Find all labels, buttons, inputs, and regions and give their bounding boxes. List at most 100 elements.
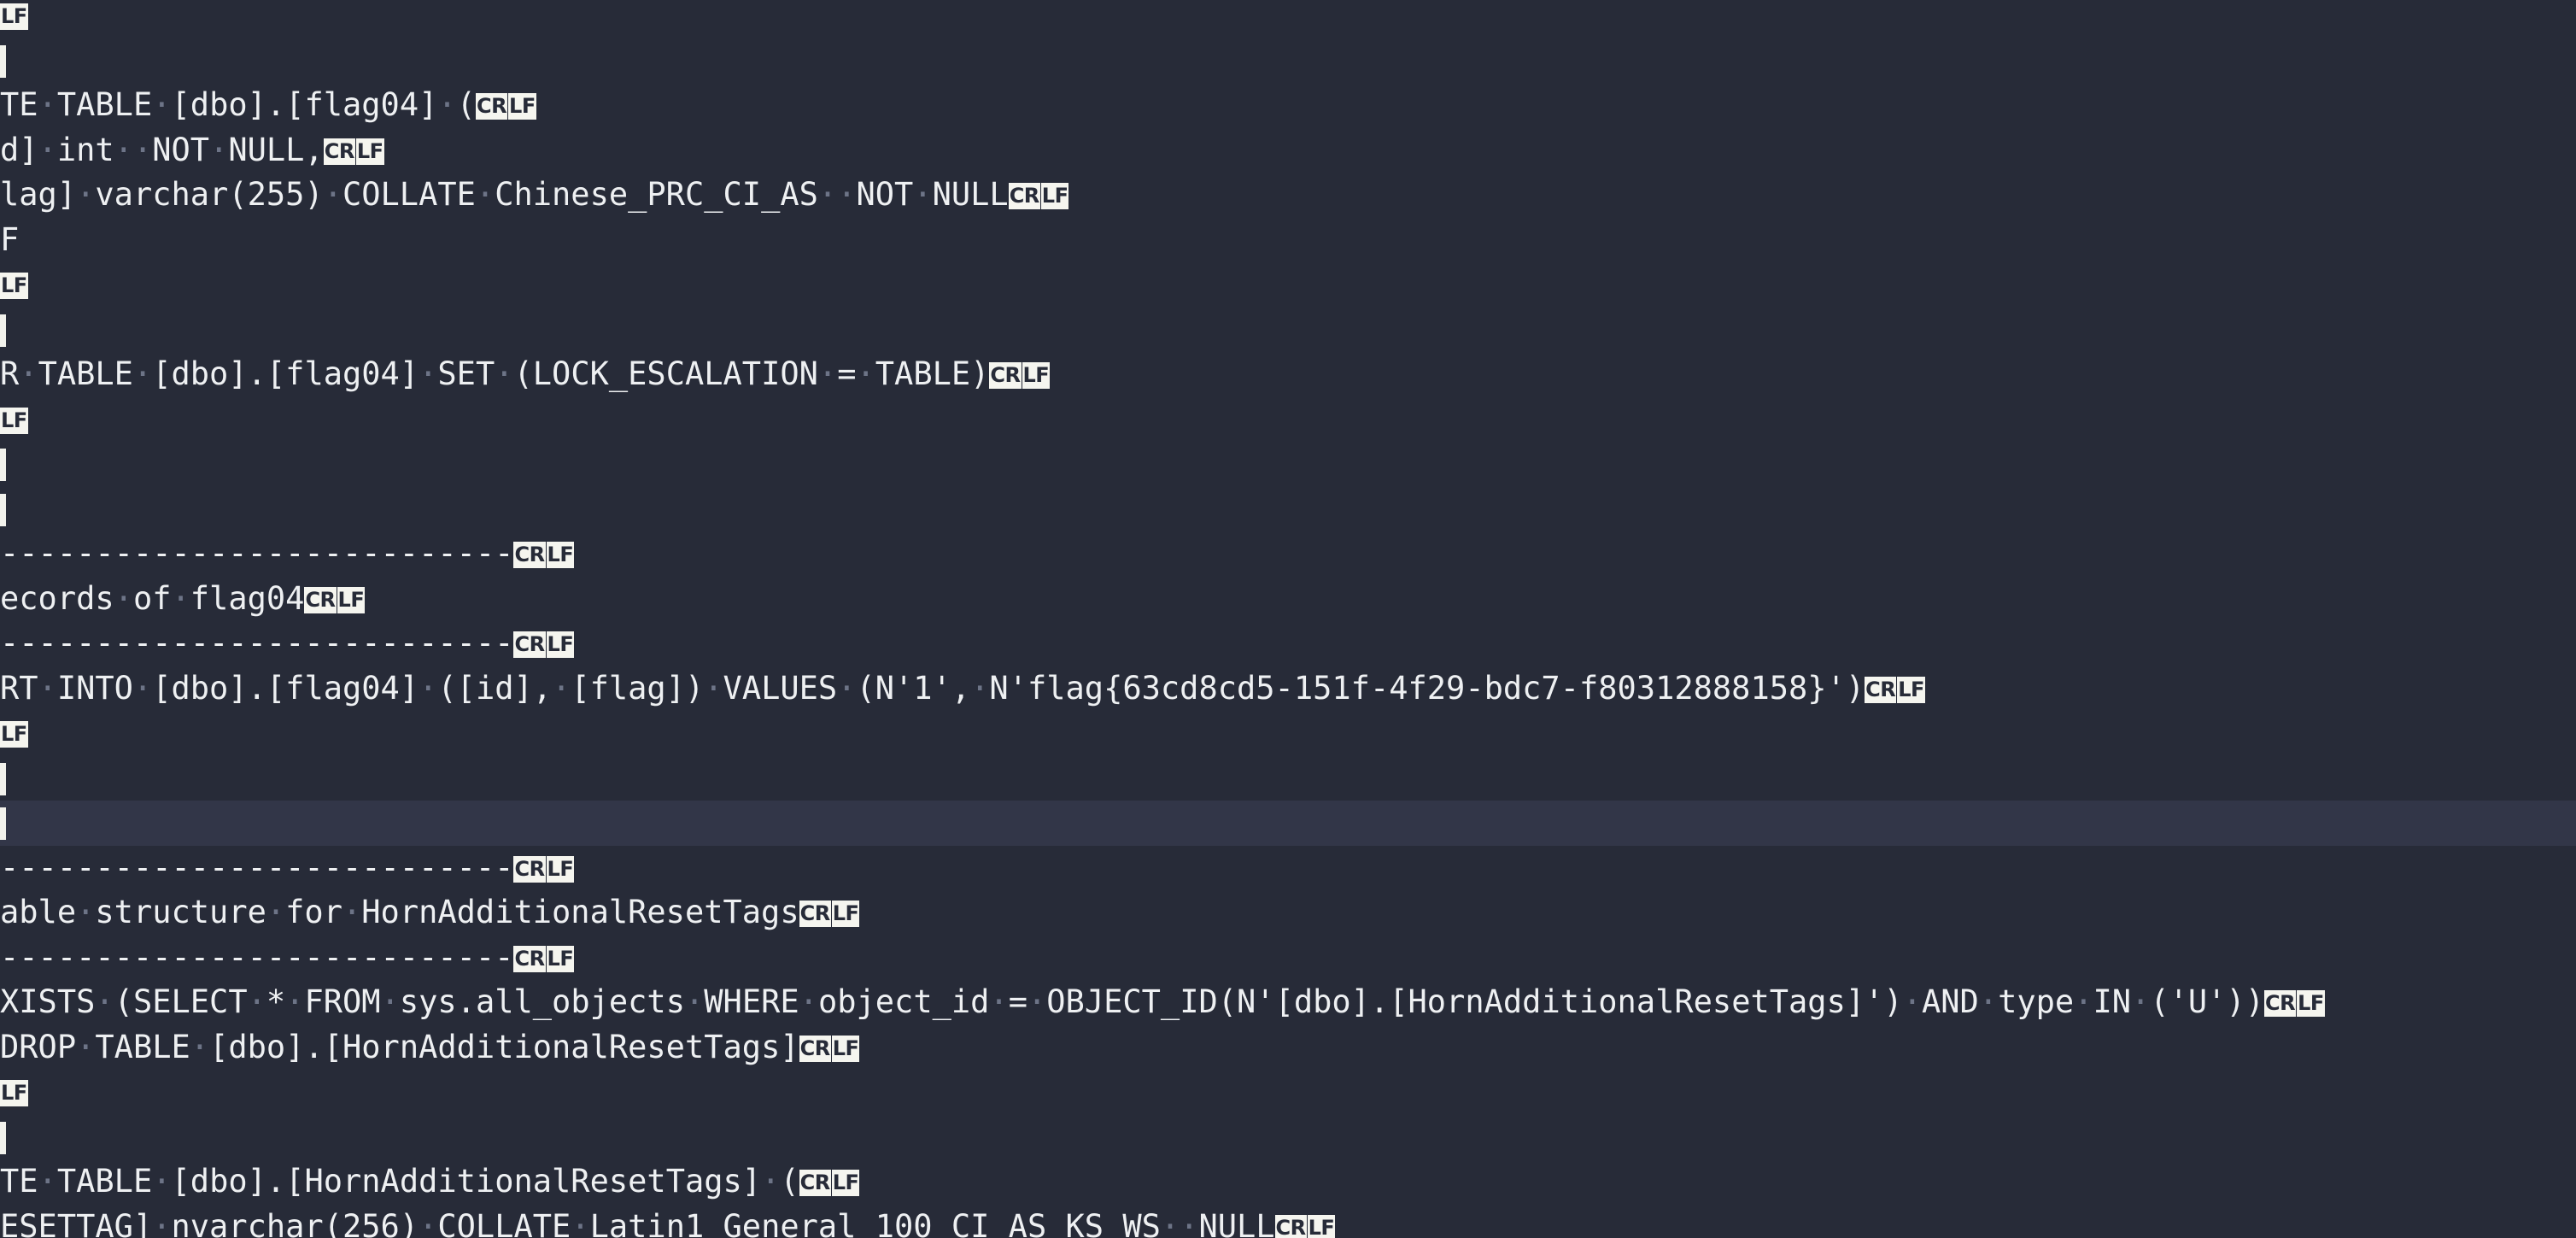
cr-marker: CR [799,901,831,927]
code-line[interactable]: ---------------------------CR LF [0,621,2576,666]
space-dot: · [970,669,990,707]
space-dot: · [989,983,1009,1020]
code-line[interactable] [0,756,2576,801]
cr-marker: CR [799,1035,831,1062]
space-dot: · [1160,1207,1180,1238]
text-caret [0,493,6,526]
code-editor[interactable]: LF TE·TABLE·[dbo].[flag04]·(CR LF d]·int··N… [0,0,2576,1238]
code-line[interactable]: XISTS·(SELECT·*·FROM·sys.all_objects·WHE… [0,980,2576,1025]
space-dot: · [190,1028,210,1065]
code-text: ESETTAG]·nvarchar(256)·COLLATE·Latin1_Ge… [0,1208,1275,1238]
code-line[interactable]: LF [0,397,2576,443]
code-text: RT·INTO·[dbo].[flag04]·([id],·[flag])·VA… [0,669,1865,707]
text-caret [0,449,6,481]
space-dot: · [152,1163,172,1200]
space-dot: · [437,86,457,123]
cr-marker: CR [513,631,546,658]
code-line[interactable]: LF [0,711,2576,756]
code-line[interactable]: LF [0,262,2576,308]
space-dot: · [799,983,818,1020]
lf-marker: LF [0,273,28,299]
space-dot: · [2131,983,2151,1020]
cr-marker: CR [1865,676,1897,703]
code-line[interactable]: DROP·TABLE·[dbo].[HornAdditionalResetTag… [0,1025,2576,1071]
code-line[interactable]: ESETTAG]·nvarchar(256)·COLLATE·Latin1_Ge… [0,1205,2576,1238]
lf-marker: LF [0,1080,28,1106]
code-line[interactable]: RT·INTO·[dbo].[flag04]·([id],·[flag])·VA… [0,666,2576,712]
space-dot: · [171,579,190,617]
code-line[interactable]: ---------------------------CR LF [0,531,2576,577]
space-dot: · [1978,983,1999,1020]
space-dot: · [856,355,875,392]
lf-marker: LF [1022,362,1051,389]
space-dot: · [704,669,723,707]
space-dot: · [38,669,57,707]
cr-marker: CR [799,1170,831,1196]
code-line[interactable]: able·structure·for·HornAdditionalResetTa… [0,890,2576,936]
code-text: able·structure·for·HornAdditionalResetTa… [0,894,799,930]
code-line[interactable]: ecords·of·flag04CR LF [0,577,2576,622]
cr-marker: CR [2263,990,2297,1017]
lf-marker: LF [831,1035,860,1062]
cr-marker: CR [1274,1214,1307,1238]
cr-marker: CR [475,93,508,120]
code-line[interactable]: F [0,218,2576,263]
code-line[interactable]: R·TABLE·[dbo].[flag04]·SET·(LOCK_ESCALAT… [0,352,2576,397]
space-dot: · [19,355,38,392]
space-dot: · [114,579,133,617]
lf-marker: LF [0,3,28,30]
lf-marker: LF [831,1170,860,1196]
code-line[interactable] [0,487,2576,532]
code-line-current[interactable] [0,801,2576,846]
code-line[interactable]: lag]·varchar(255)·COLLATE·Chinese_PRC_CI… [0,173,2576,218]
space-dot: · [552,669,571,707]
lf-marker: LF [1897,676,1925,703]
code-line[interactable]: d]·int··NOT·NULL,CR LF [0,128,2576,173]
space-dot: · [132,355,153,392]
space-dot: · [761,1163,781,1200]
code-line[interactable] [0,1115,2576,1160]
code-line[interactable]: ---------------------------CR LF [0,936,2576,981]
space-dot: · [1180,1207,1199,1238]
lf-marker: LF [2297,990,2325,1017]
code-text: d]·int··NOT·NULL, [0,131,324,168]
space-dot: · [285,983,305,1020]
space-dot: · [266,894,286,930]
space-dot: · [419,355,438,392]
code-line[interactable]: TE·TABLE·[dbo].[flag04]·(CR LF [0,83,2576,128]
cr-marker: CR [513,945,546,972]
space-dot: · [38,86,57,123]
code-text: R·TABLE·[dbo].[flag04]·SET·(LOCK_ESCALAT… [0,355,990,392]
space-dot: · [1902,983,1922,1020]
code-line[interactable] [0,442,2576,487]
space-dot: · [152,1207,172,1238]
code-line[interactable] [0,308,2576,353]
code-line[interactable] [0,38,2576,84]
cr-marker: CR [323,138,355,165]
space-dot: · [495,355,514,392]
lf-marker: LF [337,586,366,613]
cr-marker: CR [513,855,546,883]
code-text: --------------------------- [0,535,514,572]
code-text: --------------------------- [0,938,514,976]
space-dot: · [684,983,705,1020]
code-line[interactable]: ---------------------------CR LF [0,846,2576,891]
lf-marker: LF [1040,183,1069,209]
text-caret [0,314,6,347]
cr-marker: CR [304,586,337,613]
space-dot: · [419,1207,438,1238]
space-dot: · [419,669,438,707]
code-line[interactable]: TE·TABLE·[dbo].[HornAdditionalResetTags]… [0,1159,2576,1205]
space-dot: · [2074,983,2093,1020]
code-text: F [0,220,20,258]
code-text: ecords·of·flag04 [0,579,305,617]
space-dot: · [38,131,57,168]
space-dot: · [837,669,857,707]
code-line[interactable]: LF [0,1070,2576,1115]
code-text: --------------------------- [0,625,514,661]
space-dot: · [95,983,114,1020]
space-dot: · [132,131,153,168]
lf-marker: LF [0,407,28,434]
lf-marker: LF [508,93,536,120]
code-line[interactable]: LF [0,0,2576,38]
